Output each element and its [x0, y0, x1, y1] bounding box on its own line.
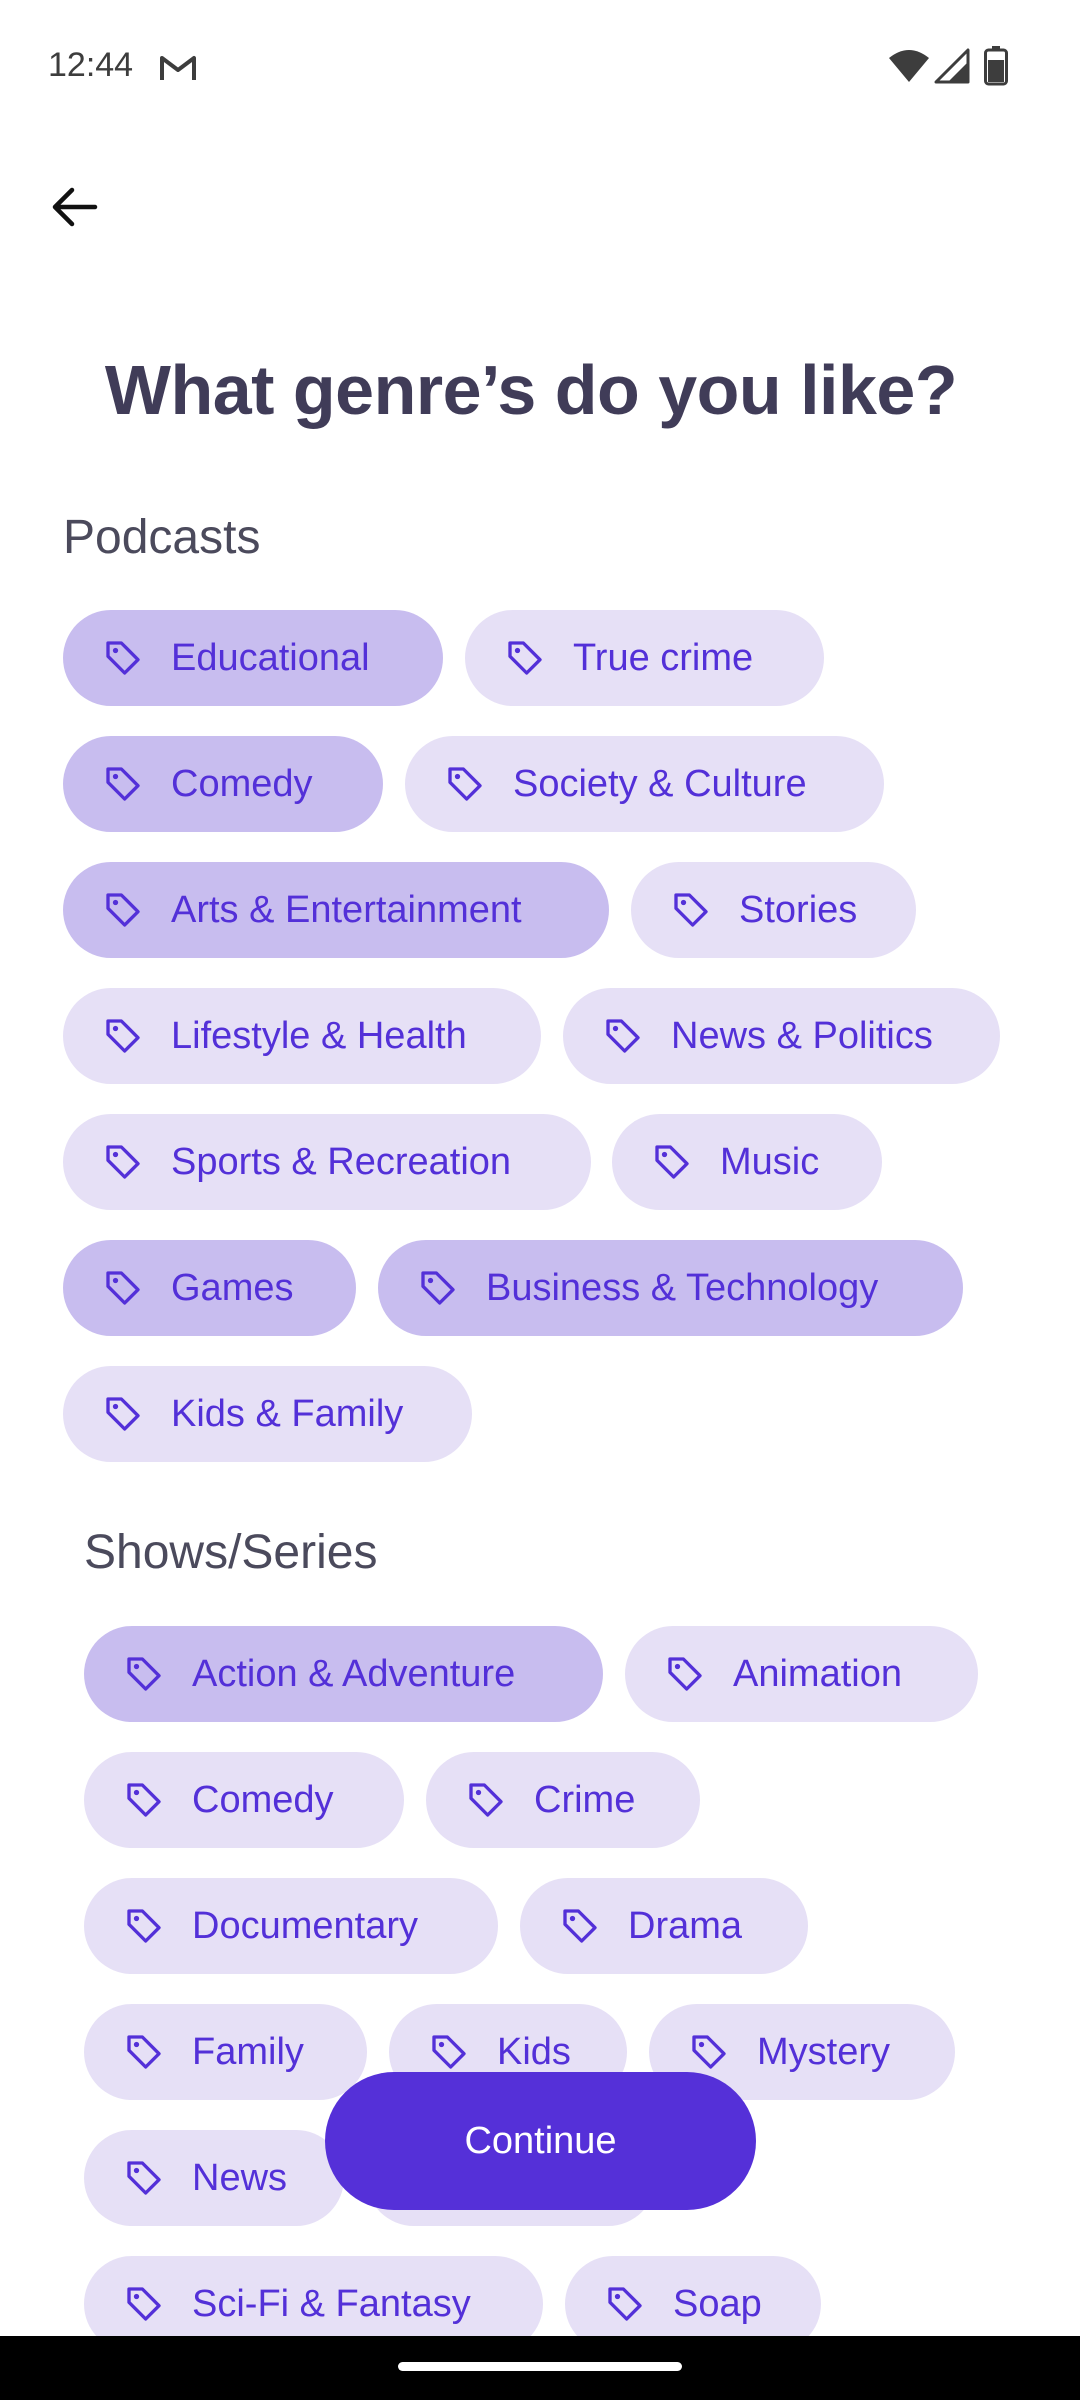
- tag-icon: [106, 893, 140, 927]
- chip-label: Business & Technology: [486, 1266, 879, 1309]
- chip-label: Sci-Fi & Fantasy: [192, 2282, 471, 2325]
- tag-icon: [655, 1145, 689, 1179]
- tag-icon: [106, 1271, 140, 1305]
- back-button[interactable]: [40, 170, 110, 240]
- status-time: 12:44: [48, 46, 134, 84]
- chip-action-adventure[interactable]: Action & Adventure: [84, 1626, 603, 1722]
- chip-label: Crime: [534, 1778, 636, 1821]
- tag-icon: [608, 2287, 642, 2321]
- section-title-podcasts: Podcasts: [63, 511, 261, 564]
- tag-icon: [127, 2035, 161, 2069]
- chip-family[interactable]: Family: [84, 2004, 367, 2100]
- gmail-icon: [160, 56, 196, 80]
- chip-label: Arts & Entertainment: [171, 888, 522, 931]
- chip-label: Society & Culture: [513, 762, 807, 805]
- home-indicator[interactable]: [398, 2362, 682, 2371]
- chip-kids-family[interactable]: Kids & Family: [63, 1366, 472, 1462]
- tag-icon: [127, 1783, 161, 1817]
- chip-label: News: [192, 2156, 288, 2199]
- chip-label: Mystery: [757, 2030, 890, 2073]
- chip-crime[interactable]: Crime: [426, 1752, 700, 1848]
- signal-icon: [934, 48, 970, 84]
- status-bar: 12:44: [0, 0, 1080, 135]
- chip-label: Lifestyle & Health: [171, 1014, 467, 1057]
- tag-icon: [106, 767, 140, 801]
- chip-sports-recreation[interactable]: Sports & Recreation: [63, 1114, 591, 1210]
- chip-label: Animation: [733, 1652, 902, 1695]
- chip-label: Kids: [497, 2030, 571, 2073]
- tag-icon: [448, 767, 482, 801]
- chip-comedy[interactable]: Comedy: [63, 736, 383, 832]
- chip-label: News & Politics: [671, 1014, 933, 1057]
- arrow-left-icon: [52, 187, 98, 227]
- chip-documentary[interactable]: Documentary: [84, 1878, 498, 1974]
- chip-news-politics[interactable]: News & Politics: [563, 988, 1000, 1084]
- chip-label: Drama: [628, 1904, 743, 1947]
- chip-society-culture[interactable]: Society & Culture: [405, 736, 884, 832]
- chip-label: Games: [171, 1266, 294, 1309]
- chip-music[interactable]: Music: [612, 1114, 882, 1210]
- chip-label: True crime: [573, 636, 754, 679]
- wifi-icon: [889, 50, 929, 82]
- tag-icon: [432, 2035, 466, 2069]
- chip-label: Comedy: [171, 762, 313, 805]
- tag-icon: [421, 1271, 455, 1305]
- chip-label: Educational: [171, 636, 370, 679]
- tag-icon: [469, 1783, 503, 1817]
- chip-label: Soap: [673, 2282, 762, 2325]
- chip-label: Music: [720, 1140, 820, 1183]
- tag-icon: [674, 893, 708, 927]
- tag-icon: [127, 2161, 161, 2195]
- chip-drama[interactable]: Drama: [520, 1878, 808, 1974]
- chip-true-crime[interactable]: True crime: [465, 610, 824, 706]
- chip-games[interactable]: Games: [63, 1240, 356, 1336]
- chip-label: Sports & Recreation: [171, 1140, 512, 1183]
- chip-arts-entertainment[interactable]: Arts & Entertainment: [63, 862, 609, 958]
- tag-icon: [668, 1657, 702, 1691]
- chip-educational[interactable]: Educational: [63, 610, 443, 706]
- tag-icon: [106, 1019, 140, 1053]
- chip-label: Action & Adventure: [192, 1652, 516, 1695]
- tag-icon: [563, 1909, 597, 1943]
- section-title-shows: Shows/Series: [84, 1526, 378, 1579]
- tag-icon: [606, 1019, 640, 1053]
- chip-lifestyle-health[interactable]: Lifestyle & Health: [63, 988, 541, 1084]
- chip-label: Comedy: [192, 1778, 334, 1821]
- battery-icon: [984, 46, 1008, 86]
- tag-icon: [106, 1397, 140, 1431]
- tag-icon: [106, 1145, 140, 1179]
- chip-news[interactable]: News: [84, 2130, 344, 2226]
- chip-animation[interactable]: Animation: [625, 1626, 978, 1722]
- chip-comedy-series[interactable]: Comedy: [84, 1752, 404, 1848]
- tag-icon: [127, 2287, 161, 2321]
- page-title: What genre’s do you like?: [104, 351, 958, 429]
- tag-icon: [127, 1909, 161, 1943]
- chip-label: Kids & Family: [171, 1392, 404, 1435]
- chip-business-technology[interactable]: Business & Technology: [378, 1240, 963, 1336]
- chip-label: Family: [192, 2030, 304, 2073]
- tag-icon: [106, 641, 140, 675]
- tag-icon: [127, 1657, 161, 1691]
- tag-icon: [508, 641, 542, 675]
- chip-label: Documentary: [192, 1904, 418, 1947]
- tag-icon: [692, 2035, 726, 2069]
- continue-button[interactable]: Continue: [325, 2072, 756, 2210]
- chip-stories[interactable]: Stories: [631, 862, 916, 958]
- chip-label: Stories: [739, 888, 858, 931]
